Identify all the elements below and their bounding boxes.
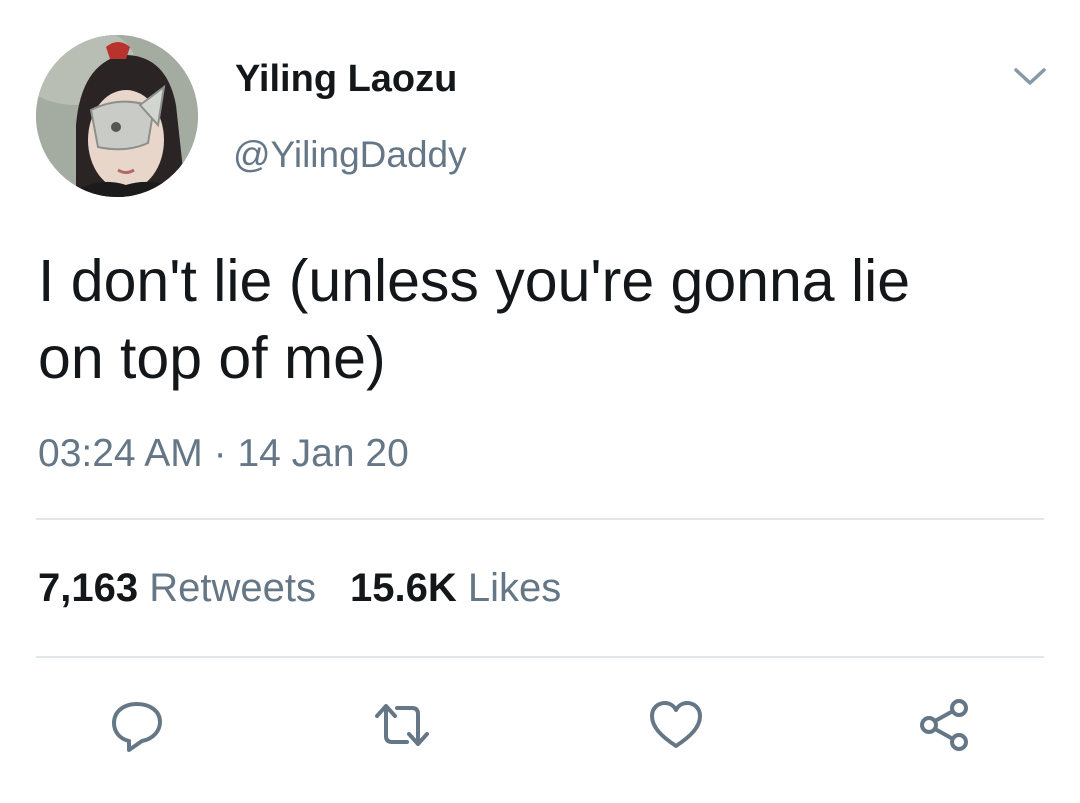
share-button[interactable] [913, 694, 975, 756]
retweet-button[interactable] [371, 694, 433, 756]
likes-label: Likes [467, 566, 562, 610]
avatar[interactable] [36, 35, 198, 197]
retweets-label: Retweets [149, 566, 316, 610]
divider [36, 656, 1044, 658]
retweets-stat[interactable]: 7,163 Retweets [38, 566, 316, 610]
author-handle[interactable]: @YilingDaddy [233, 134, 467, 176]
divider [36, 518, 1044, 520]
reply-button[interactable] [106, 694, 168, 756]
avatar-image [36, 35, 198, 197]
tweet-time: 03:24 AM [38, 432, 203, 475]
tweet-timestamp[interactable]: 03:24 AM · 14 Jan 20 [38, 432, 409, 476]
reply-icon [112, 702, 162, 752]
retweets-count: 7,163 [38, 566, 139, 610]
heart-icon [650, 701, 702, 748]
like-button[interactable] [645, 694, 707, 756]
author-display-name[interactable]: Yiling Laozu [235, 58, 457, 101]
chevron-down-icon[interactable] [1010, 62, 1050, 90]
tweet-stats: 7,163 Retweets 15.6K Likes [38, 566, 561, 611]
share-icon [920, 699, 968, 751]
likes-count: 15.6K [349, 566, 457, 610]
retweet-icon [375, 704, 429, 746]
tweet-text-line-2: on top of me) [38, 325, 386, 391]
tweet-text: I don't lie (unless you're gonna lie on … [38, 243, 1038, 397]
tweet-date: 14 Jan 20 [237, 432, 409, 475]
timestamp-separator: · [213, 432, 227, 475]
likes-stat[interactable]: 15.6K Likes [350, 566, 561, 610]
tweet-text-line-1: I don't lie (unless you're gonna lie [38, 248, 911, 314]
